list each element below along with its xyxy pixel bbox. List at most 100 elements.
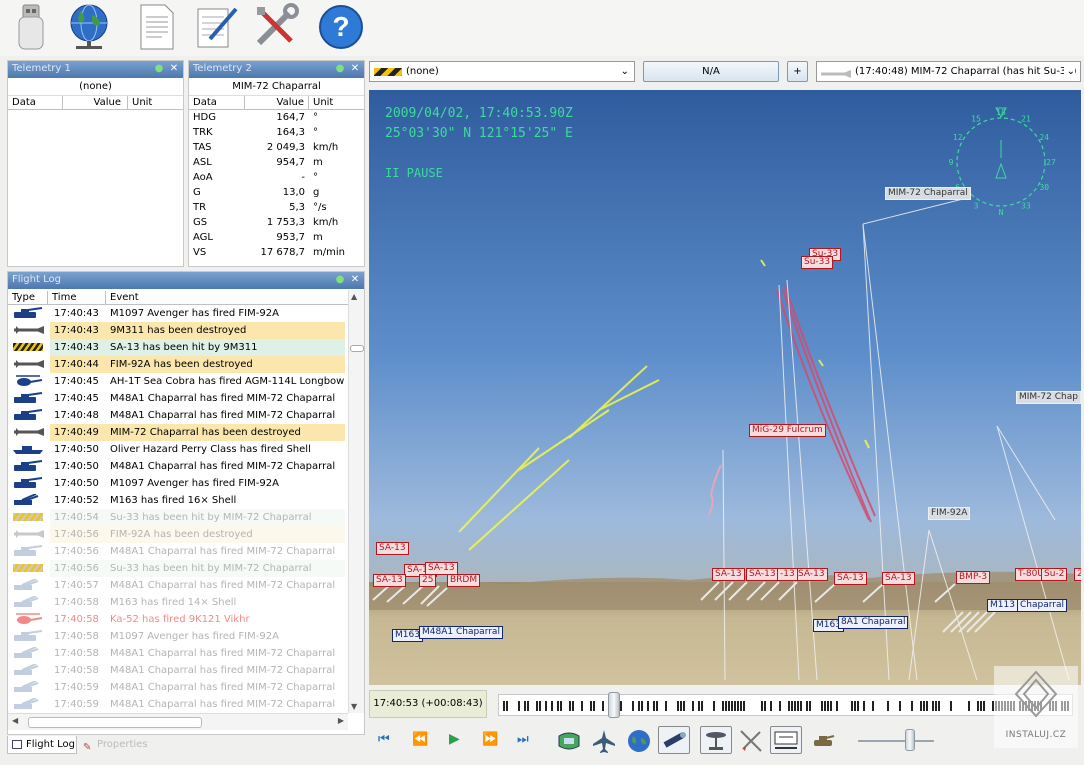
log-row[interactable]: 17:40:57 M48A1 Chaparral has fired MIM-72…	[8, 577, 348, 594]
unit-label-red[interactable]: SA-13	[795, 568, 828, 581]
column-header-time[interactable]: Time	[48, 291, 106, 304]
log-row[interactable]: 17:40:52 M163 has fired 16× Shell	[8, 492, 348, 509]
scrollbar-thumb[interactable]	[350, 345, 364, 352]
unit-label-red[interactable]: Su-33	[801, 256, 834, 269]
ground-track-icon[interactable]	[700, 726, 732, 754]
column-header-unit[interactable]: Unit	[309, 96, 364, 109]
log-row[interactable]: 17:40:50 Oliver Hazard Perry Class has fi…	[8, 441, 348, 458]
zoom-slider-thumb[interactable]	[904, 729, 915, 751]
tracer-toggle-icon[interactable]	[738, 728, 764, 754]
h-scrollbar-thumb[interactable]	[28, 717, 202, 728]
document-icon[interactable]	[132, 2, 182, 52]
log-row[interactable]: 17:40:43 M1097 Avenger has fired FIM-92A	[8, 305, 348, 322]
horizontal-scrollbar[interactable]: ◀ ▶	[8, 713, 348, 730]
pin-icon[interactable]: ●	[334, 63, 346, 75]
tab-properties[interactable]: ✎ Properties	[79, 736, 155, 754]
close-icon[interactable]: ✕	[349, 274, 361, 286]
unit-label-blue[interactable]: Chaparral	[1017, 599, 1067, 612]
log-row[interactable]: 17:40:58 Ka-52 has fired 9K121 Vikhr	[8, 611, 348, 628]
timeline-track[interactable]	[498, 692, 1073, 718]
globe-network-icon[interactable]	[64, 2, 114, 52]
add-button[interactable]: +	[787, 61, 808, 82]
telescope-view-icon[interactable]	[658, 726, 690, 754]
unit-label-blue[interactable]: 8A1 Chaparral	[838, 616, 909, 629]
log-row[interactable]: 17:40:50 M48A1 Chaparral has fired MIM-72…	[8, 458, 348, 475]
pin-icon[interactable]: ●	[153, 63, 165, 75]
log-row[interactable]: 17:40:49 MIM-72 Chaparral has been destro…	[8, 424, 348, 441]
aircraft-view-icon[interactable]	[591, 728, 617, 754]
fast-forward-button[interactable]: ⏩	[482, 732, 498, 747]
help-icon[interactable]: ?	[316, 2, 366, 52]
log-row[interactable]: 17:40:50 M1097 Avenger has fired FIM-92A	[8, 475, 348, 492]
log-row[interactable]: 17:40:58 M48A1 Chaparral has fired MIM-72…	[8, 645, 348, 662]
scroll-down-icon[interactable]: ▼	[351, 702, 357, 711]
timeline-scrubber[interactable]	[608, 692, 620, 718]
unit-label-red[interactable]: 25	[419, 574, 437, 587]
unit-label-blue[interactable]: M48A1 Chaparral	[419, 626, 503, 639]
log-row[interactable]: 17:40:45 AH-1T Sea Cobra has fired AGM-11…	[8, 373, 348, 390]
unit-label-white[interactable]: MIM-72 Chaparral	[885, 187, 971, 200]
event-select[interactable]: (17:40:48) MIM-72 Chaparral (has hit Su-…	[816, 61, 1081, 82]
na-button[interactable]: N/A	[643, 61, 779, 82]
zoom-slider[interactable]	[858, 729, 934, 751]
log-row[interactable]: 17:40:58 M163 has fired 14× Shell	[8, 594, 348, 611]
hud-pause-status[interactable]: II PAUSE	[385, 166, 443, 180]
unit-label-red[interactable]: SA-13	[834, 572, 867, 585]
column-header-unit[interactable]: Unit	[128, 96, 183, 109]
unit-label-white[interactable]: FIM-92A	[928, 507, 971, 520]
unit-label-red[interactable]: SA-13	[376, 542, 409, 555]
column-header-value[interactable]: Value	[63, 96, 128, 109]
vertical-scrollbar[interactable]: ▲ ▼	[348, 290, 364, 713]
tab-flight-log[interactable]: Flight Log	[7, 736, 77, 754]
scroll-left-icon[interactable]: ◀	[12, 716, 18, 725]
target-select[interactable]: (none) ⌄	[369, 61, 635, 82]
log-row[interactable]: 17:40:56 M48A1 Chaparral has fired MIM-72…	[8, 543, 348, 560]
log-row[interactable]: 17:40:59 M48A1 Chaparral has fired MIM-72…	[8, 696, 348, 713]
unit-label-red[interactable]: 2	[1074, 568, 1081, 581]
notepad-pen-icon[interactable]	[192, 2, 242, 52]
column-header-type[interactable]: Type	[8, 291, 48, 304]
unit-label-red[interactable]: SA-13	[882, 572, 915, 585]
tools-icon[interactable]	[250, 2, 300, 52]
unit-label-red[interactable]: Su-2	[1041, 568, 1068, 581]
log-row[interactable]: 17:40:58 M48A1 Chaparral has fired MIM-72…	[8, 662, 348, 679]
scroll-right-icon[interactable]: ▶	[338, 716, 344, 725]
log-row[interactable]: 17:40:44 FIM-92A has been destroyed	[8, 356, 348, 373]
unit-label-red[interactable]: SA-13	[746, 568, 779, 581]
log-row[interactable]: 17:40:48 M48A1 Chaparral has fired MIM-72…	[8, 407, 348, 424]
unit-label-white[interactable]: MIM-72 Chap	[1016, 391, 1081, 404]
3d-viewport[interactable]: 2009/04/02, 17:40:53.90Z 25°03'30" N 121…	[369, 90, 1081, 685]
log-row[interactable]: 17:40:43 9M311 has been destroyed	[8, 322, 348, 339]
unit-label-red[interactable]: SA-13	[373, 574, 406, 587]
log-row[interactable]: 17:40:43 SA-13 has been hit by 9M311	[8, 339, 348, 356]
log-row[interactable]: 17:40:59 M48A1 Chaparral has fired MIM-72…	[8, 679, 348, 696]
unit-label-red[interactable]: SA-13	[712, 568, 745, 581]
column-header-data[interactable]: Data	[189, 96, 245, 109]
column-header-data[interactable]: Data	[8, 96, 63, 109]
log-row[interactable]: 17:40:56 FIM-92A has been destroyed	[8, 526, 348, 543]
close-icon[interactable]: ✕	[168, 63, 180, 75]
column-header-value[interactable]: Value	[245, 96, 309, 109]
log-row[interactable]: 17:40:58 M1097 Avenger has fired FIM-92A	[8, 628, 348, 645]
unit-label-red[interactable]: -13	[777, 568, 798, 581]
log-row[interactable]: 17:40:45 M48A1 Chaparral has fired MIM-72…	[8, 390, 348, 407]
column-header-event[interactable]: Event	[106, 291, 346, 304]
rewind-button[interactable]: ⏪	[412, 732, 428, 747]
unit-label-blue[interactable]: M113	[987, 599, 1018, 612]
ground-units-icon[interactable]	[810, 728, 836, 754]
pin-icon[interactable]: ●	[334, 274, 346, 286]
log-row[interactable]: 17:40:56 Su-33 has been hit by MIM-72 Cha…	[8, 560, 348, 577]
usb-drive-icon[interactable]	[6, 2, 56, 52]
hud-toggle-icon[interactable]	[556, 728, 582, 754]
close-icon[interactable]: ✕	[349, 63, 361, 75]
skip-to-end-button[interactable]: ⏭	[517, 732, 529, 747]
globe-view-icon[interactable]	[626, 728, 652, 754]
unit-label-red[interactable]: BMP-3	[956, 571, 991, 584]
play-button[interactable]: ▶	[449, 731, 460, 747]
unit-label-red[interactable]: BRDM	[447, 574, 481, 587]
unit-label-red[interactable]: MiG-29 Fulcrum	[749, 424, 826, 437]
scroll-up-icon[interactable]: ▲	[351, 292, 357, 301]
skip-to-start-button[interactable]: ⏮	[378, 732, 390, 747]
label-toggle-icon[interactable]	[770, 726, 802, 754]
log-row[interactable]: 17:40:54 Su-33 has been hit by MIM-72 Cha…	[8, 509, 348, 526]
